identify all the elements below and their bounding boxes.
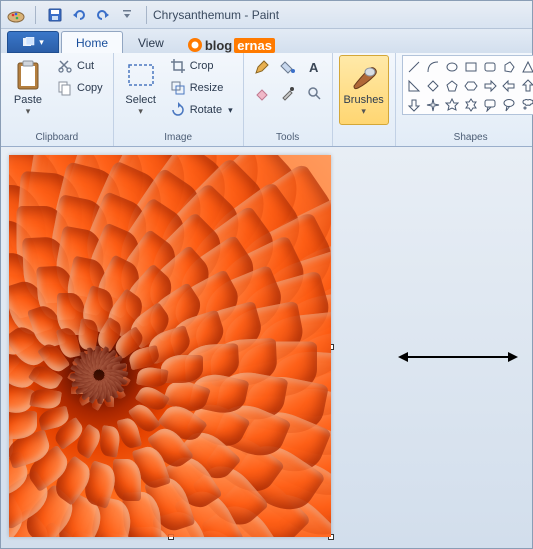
- magnifier-tool[interactable]: [302, 81, 326, 105]
- horizontal-arrow-annotation: [398, 349, 518, 365]
- shape-polygon[interactable]: [500, 58, 518, 76]
- ribbon: Paste ▾ Cut Copy Clipboard: [1, 53, 532, 147]
- group-image: Select ▾ Crop Resize Rotate ▾ Image: [114, 53, 244, 146]
- tab-view[interactable]: View: [123, 31, 179, 53]
- save-icon[interactable]: [44, 4, 66, 26]
- rotate-button[interactable]: Rotate ▾: [166, 99, 237, 121]
- shape-callout-oval[interactable]: [500, 96, 518, 114]
- shape-line[interactable]: [405, 58, 423, 76]
- shape-rounded-rect[interactable]: [481, 58, 499, 76]
- shape-arrow-left[interactable]: [500, 77, 518, 95]
- select-icon: [125, 60, 157, 92]
- group-label: Shapes: [402, 131, 533, 146]
- pencil-tool[interactable]: [250, 55, 274, 79]
- window-title: Chrysanthemum - Paint: [153, 8, 279, 22]
- eraser-tool[interactable]: [250, 81, 274, 105]
- brand-logo: blogernas: [187, 37, 275, 53]
- shape-callout-cloud[interactable]: [519, 96, 533, 114]
- canvas[interactable]: 2: [9, 155, 331, 537]
- shapes-gallery[interactable]: [402, 55, 533, 115]
- shape-star4[interactable]: [424, 96, 442, 114]
- shape-pentagon[interactable]: [443, 77, 461, 95]
- shape-curve[interactable]: [424, 58, 442, 76]
- redo-icon[interactable]: [92, 4, 114, 26]
- group-clipboard: Paste ▾ Cut Copy Clipboard: [1, 53, 114, 146]
- paste-button[interactable]: Paste ▾: [7, 55, 49, 125]
- shape-oval[interactable]: [443, 58, 461, 76]
- brushes-button[interactable]: Brushes ▾: [339, 55, 389, 125]
- copy-icon: [57, 80, 73, 96]
- separator: [35, 6, 36, 24]
- qat-customize-icon[interactable]: [116, 4, 138, 26]
- group-label: [339, 131, 389, 146]
- clipboard-icon: [12, 60, 44, 92]
- shape-hexagon[interactable]: [462, 77, 480, 95]
- ribbon-tab-strip: ▾ Home View blogernas: [1, 29, 532, 53]
- chevron-down-icon: ▾: [26, 106, 31, 117]
- shape-arrow-down[interactable]: [405, 96, 423, 114]
- crop-icon: [170, 58, 186, 74]
- rotate-icon: [170, 102, 186, 118]
- shape-star6[interactable]: [462, 96, 480, 114]
- resize-button[interactable]: Resize: [166, 77, 237, 99]
- titlebar: Chrysanthemum - Paint: [1, 1, 532, 29]
- chevron-down-icon: ▾: [228, 105, 233, 116]
- group-label: Clipboard: [7, 131, 107, 146]
- shape-diamond[interactable]: [424, 77, 442, 95]
- crop-button[interactable]: Crop: [166, 55, 237, 77]
- group-brushes: Brushes ▾: [333, 53, 396, 146]
- undo-icon[interactable]: [68, 4, 90, 26]
- fill-tool[interactable]: [276, 55, 300, 79]
- group-label: Tools: [250, 131, 326, 146]
- brush-icon: [348, 60, 380, 92]
- app-menu-icon[interactable]: [5, 4, 27, 26]
- scissors-icon: [57, 58, 73, 74]
- separator: [146, 6, 147, 24]
- file-menu-button[interactable]: ▾: [7, 31, 59, 53]
- resize-icon: [170, 80, 186, 96]
- shape-arrow-up[interactable]: [519, 77, 533, 95]
- text-tool[interactable]: A: [302, 55, 326, 79]
- shape-arrow-right[interactable]: [481, 77, 499, 95]
- color-picker-tool[interactable]: [276, 81, 300, 105]
- cut-button[interactable]: Cut: [53, 55, 107, 77]
- select-button[interactable]: Select ▾: [120, 55, 162, 125]
- group-tools: A Tools: [244, 53, 333, 146]
- canvas-workspace[interactable]: 2: [1, 147, 532, 548]
- group-shapes: Shapes: [396, 53, 533, 146]
- svg-text:A: A: [309, 60, 319, 75]
- quick-access-toolbar: [5, 4, 153, 26]
- chevron-down-icon: ▾: [138, 106, 143, 117]
- chevron-down-icon: ▾: [39, 37, 44, 48]
- shape-callout-rounded[interactable]: [481, 96, 499, 114]
- chevron-down-icon: ▾: [361, 106, 366, 117]
- shape-right-triangle[interactable]: [405, 77, 423, 95]
- shape-star5[interactable]: [443, 96, 461, 114]
- image-content: [9, 155, 331, 537]
- group-label: Image: [120, 131, 237, 146]
- copy-button[interactable]: Copy: [53, 77, 107, 99]
- shape-triangle[interactable]: [519, 58, 533, 76]
- shape-rectangle[interactable]: [462, 58, 480, 76]
- tab-home[interactable]: Home: [61, 31, 123, 53]
